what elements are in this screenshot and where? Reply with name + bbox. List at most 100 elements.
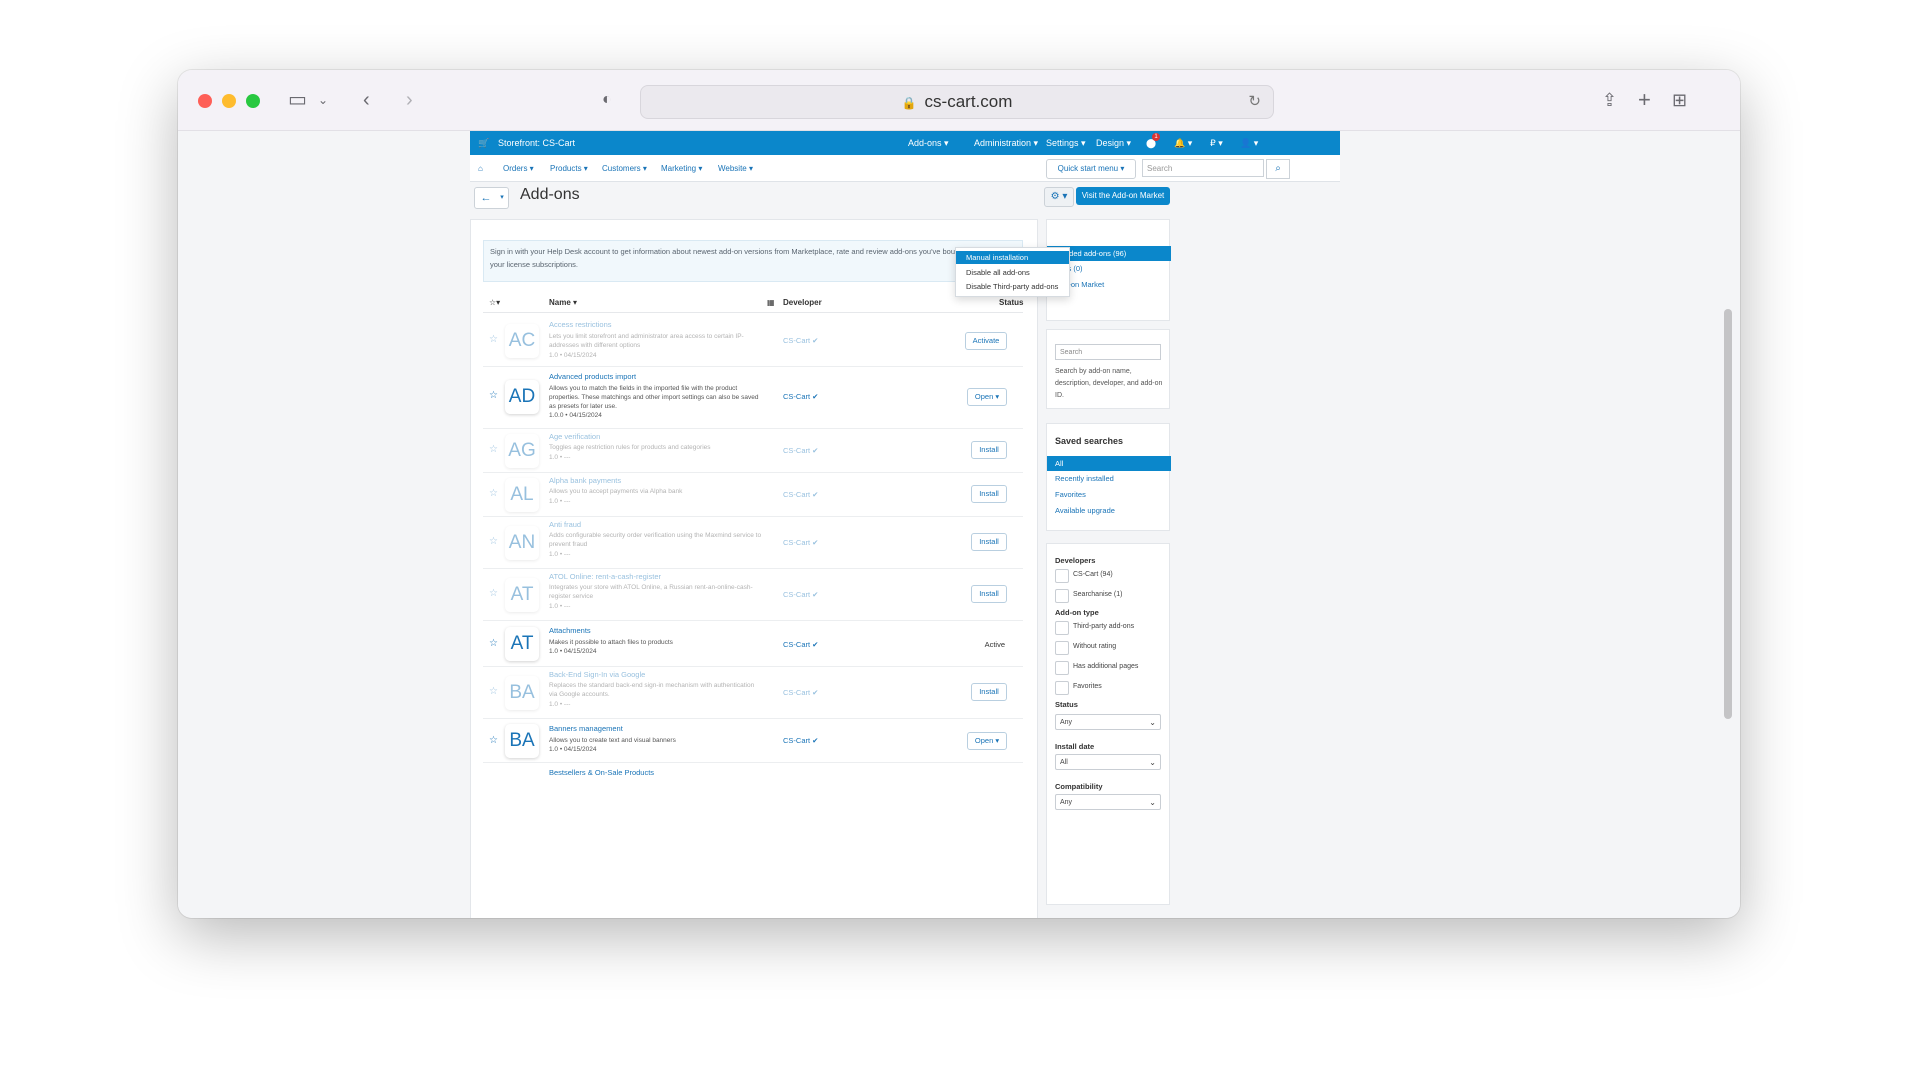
addon-developer[interactable]: CS-Cart ✔ (783, 336, 818, 345)
saved-search-all[interactable]: All (1047, 456, 1171, 471)
install-button[interactable]: Install (971, 485, 1007, 503)
shield-icon[interactable]: ◐ (602, 88, 612, 112)
address-bar[interactable]: 🔒 cs-cart.com ↻ (640, 85, 1274, 119)
compatibility-select[interactable]: Any ⌄ (1055, 794, 1161, 810)
install-button[interactable]: Install (971, 533, 1007, 551)
share-icon[interactable]: ⇪ (1602, 88, 1617, 112)
back-arrow-icon[interactable]: ‹ (363, 88, 370, 112)
activate-button[interactable]: Activate (965, 332, 1007, 350)
menu-design[interactable]: Design ▾ (1096, 138, 1131, 149)
home-icon[interactable]: ⌂ (478, 164, 483, 173)
addon-search-input[interactable]: Search (1055, 344, 1161, 360)
addon-name[interactable]: Access restrictions (549, 320, 612, 329)
search-icon[interactable]: ⌕ (1266, 159, 1290, 179)
open-button[interactable]: Open ▾ (967, 732, 1007, 750)
favorites-filter-icon[interactable]: ☆▾ (489, 298, 500, 307)
sidebar-toggle-icon[interactable]: ▭ (288, 88, 307, 112)
addon-developer[interactable]: CS-Cart ✔ (783, 538, 818, 547)
new-tab-icon[interactable]: + (1638, 88, 1651, 112)
addon-logo: BA (505, 676, 539, 710)
install-button[interactable]: Install (971, 585, 1007, 603)
back-button[interactable]: ← (474, 187, 498, 209)
install-button[interactable]: Install (971, 683, 1007, 701)
type-favorites-checkbox[interactable] (1055, 681, 1069, 695)
favorite-star-icon[interactable]: ☆ (489, 735, 498, 746)
menu-orders[interactable]: Orders ▾ (503, 164, 534, 173)
developer-cscart-checkbox[interactable] (1055, 569, 1069, 583)
minimize-window-button[interactable] (222, 94, 236, 108)
favorite-star-icon[interactable]: ☆ (489, 444, 498, 455)
addon-name[interactable]: Advanced products import (549, 372, 636, 381)
addon-developer[interactable]: CS-Cart ✔ (783, 688, 818, 697)
addon-developer[interactable]: CS-Cart ✔ (783, 392, 818, 401)
favorite-star-icon[interactable]: ☆ (489, 686, 498, 697)
calendar-icon[interactable]: ▦ (767, 298, 775, 307)
saved-search-favorites[interactable]: Favorites (1055, 490, 1086, 499)
addon-developer[interactable]: CS-Cart ✔ (783, 590, 818, 599)
close-window-button[interactable] (198, 94, 212, 108)
saved-search-recently-installed[interactable]: Recently installed (1055, 474, 1114, 483)
addon-name[interactable]: ATOL Online: rent-a-cash-register (549, 572, 661, 581)
addon-description: Toggles age restriction rules for produc… (549, 444, 711, 451)
favorite-star-icon[interactable]: ☆ (489, 334, 498, 345)
saved-searches-title: Saved searches (1055, 436, 1124, 446)
tab-overview-icon[interactable]: ⊞ (1672, 88, 1687, 112)
favorite-star-icon[interactable]: ☆ (489, 390, 498, 401)
open-button[interactable]: Open ▾ (967, 388, 1007, 406)
bell-icon[interactable]: 🔔 ▾ (1174, 138, 1192, 149)
chevron-down-icon[interactable]: ⌄ (318, 88, 328, 112)
visit-addon-market-button[interactable]: Visit the Add-on Market (1076, 187, 1170, 205)
addon-name[interactable]: Back-End Sign-In via Google (549, 670, 645, 679)
reload-icon[interactable]: ↻ (1248, 86, 1261, 118)
type-additional-pages-checkbox[interactable] (1055, 661, 1069, 675)
addon-name[interactable]: Attachments (549, 626, 591, 635)
favorite-star-icon[interactable]: ☆ (489, 536, 498, 547)
cart-icon[interactable]: 🛒 (478, 138, 489, 149)
menu-marketing[interactable]: Marketing ▾ (661, 164, 702, 173)
addon-developer[interactable]: CS-Cart ✔ (783, 736, 818, 745)
type-third-party-checkbox[interactable] (1055, 621, 1069, 635)
status-active: Active (984, 640, 1005, 649)
type-additional-pages-label: Has additional pages (1073, 663, 1139, 670)
menu-item-manual-installation[interactable]: Manual installation (956, 251, 1069, 264)
developer-searchanise-checkbox[interactable] (1055, 589, 1069, 603)
favorite-star-icon[interactable]: ☆ (489, 488, 498, 499)
forward-arrow-icon[interactable]: › (406, 88, 413, 112)
currency-menu[interactable]: ₽ ▾ (1210, 138, 1223, 149)
column-status: Status (999, 298, 1024, 307)
addon-developer[interactable]: CS-Cart ✔ (783, 446, 818, 455)
status-select[interactable]: Any ⌄ (1055, 714, 1161, 730)
menu-customers[interactable]: Customers ▾ (602, 164, 647, 173)
menu-products[interactable]: Products ▾ (550, 164, 588, 173)
addon-name[interactable]: Bestsellers & On-Sale Products (549, 768, 654, 777)
quick-start-menu-button[interactable]: Quick start menu ▾ (1046, 159, 1136, 179)
addon-name[interactable]: Anti fraud (549, 520, 581, 529)
addon-developer[interactable]: CS-Cart ✔ (783, 490, 818, 499)
menu-website[interactable]: Website ▾ (718, 164, 753, 173)
menu-settings[interactable]: Settings ▾ (1046, 138, 1086, 149)
gear-icon[interactable]: ⚙ ▾ (1044, 187, 1074, 207)
top-search-input[interactable]: Search (1142, 159, 1264, 177)
type-without-rating-checkbox[interactable] (1055, 641, 1069, 655)
menu-addons[interactable]: Add-ons ▾ (908, 138, 949, 149)
menu-item-disable-third-party[interactable]: Disable Third-party add-ons (956, 280, 1069, 293)
install-date-select[interactable]: All ⌄ (1055, 754, 1161, 770)
storefront-link[interactable]: Storefront: CS-Cart (498, 138, 575, 148)
back-dropdown-button[interactable]: ▾ (496, 187, 509, 209)
addon-name[interactable]: Banners management (549, 724, 623, 733)
saved-searches-box: Saved searches All Recently installed Fa… (1046, 423, 1171, 531)
install-button[interactable]: Install (971, 441, 1007, 459)
compatibility-label: Compatibility (1055, 782, 1103, 791)
addon-name[interactable]: Age verification (549, 432, 600, 441)
menu-item-disable-all[interactable]: Disable all add-ons (956, 266, 1069, 279)
favorite-star-icon[interactable]: ☆ (489, 588, 498, 599)
column-name[interactable]: Name ▾ (549, 298, 577, 307)
menu-administration[interactable]: Administration ▾ (974, 138, 1038, 149)
addon-developer[interactable]: CS-Cart ✔ (783, 640, 818, 649)
scrollbar-thumb[interactable] (1724, 309, 1732, 719)
user-icon[interactable]: 👤 ▾ (1240, 138, 1258, 149)
addon-name[interactable]: Alpha bank payments (549, 476, 621, 485)
saved-search-available-upgrade[interactable]: Available upgrade (1055, 506, 1115, 515)
maximize-window-button[interactable] (246, 94, 260, 108)
favorite-star-icon[interactable]: ☆ (489, 638, 498, 649)
